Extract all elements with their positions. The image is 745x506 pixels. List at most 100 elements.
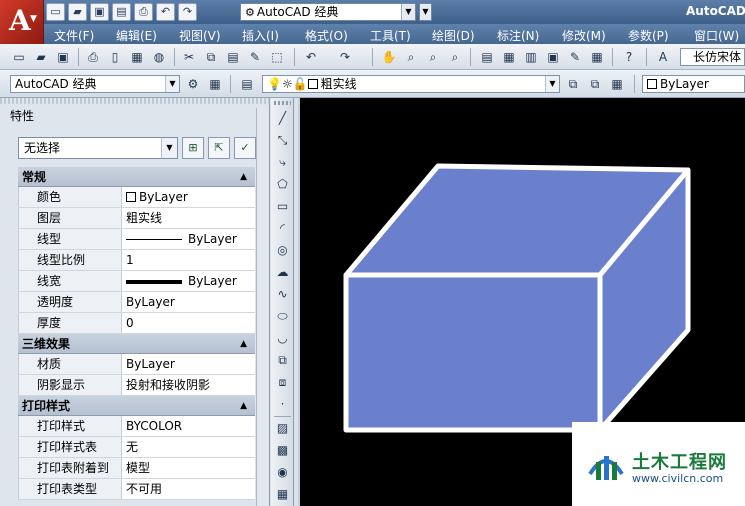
line-icon[interactable]: ╱ [274, 110, 291, 127]
table-row[interactable]: 透明度 ByLayer [18, 292, 255, 313]
rectangle-icon[interactable]: ▭ [274, 198, 291, 215]
menu-file[interactable]: 文件(F) [54, 27, 94, 44]
print-preview-icon[interactable]: ▯ [106, 48, 124, 66]
table-row[interactable]: 图层 粗实线 [18, 208, 255, 229]
sheet-set-icon[interactable]: ▣ [544, 48, 562, 66]
zoom-window-icon[interactable]: ⌕ [424, 48, 442, 66]
text-style-icon[interactable]: A [654, 48, 672, 66]
save-as-icon[interactable]: ▤ [112, 3, 131, 21]
selection-combo[interactable]: 无选择 ▼ [18, 137, 178, 159]
arc-icon[interactable]: ◜ [274, 220, 291, 237]
table-row[interactable]: 阴影显示 投射和接收阴影 [18, 375, 255, 396]
spline-icon[interactable]: ∿ [274, 286, 291, 303]
ellipse-arc-icon[interactable]: ◡ [274, 330, 291, 347]
palette-grip[interactable] [0, 98, 270, 104]
toggle-pickadd-button[interactable]: ⊞ [182, 137, 204, 159]
section-3d-effects[interactable]: 三维效果 ▲ [18, 334, 255, 354]
circle-icon[interactable]: ◎ [274, 242, 291, 259]
zoom-realtime-icon[interactable]: ⌕ [402, 48, 420, 66]
section-general[interactable]: 常规 ▲ [18, 167, 255, 187]
quickcalc-icon[interactable]: ▦ [588, 48, 606, 66]
design-center-icon[interactable]: ▦ [500, 48, 518, 66]
polyline-icon[interactable]: ⤷ [274, 154, 291, 171]
workspace-switcher[interactable]: ⚙ AutoCAD 经典 ▼ [240, 3, 416, 21]
zoom-previous-icon[interactable]: ⌕ [446, 48, 464, 66]
table-row[interactable]: 材质 ByLayer [18, 354, 255, 375]
menu-tools[interactable]: 工具(T) [370, 27, 411, 44]
application-menu-button[interactable]: A ▼ [0, 0, 44, 44]
new-icon[interactable]: ▭ [10, 48, 28, 66]
table-row[interactable]: 颜色 ByLayer [18, 187, 255, 208]
layer-previous-icon[interactable]: ⧉ [586, 75, 604, 93]
print-icon[interactable]: ⎙ [84, 48, 102, 66]
make-block-icon[interactable]: ⧈ [274, 374, 291, 391]
workspace-combo[interactable]: AutoCAD 经典 ▼ [10, 75, 180, 93]
markup-icon[interactable]: ✎ [566, 48, 584, 66]
table-row[interactable]: 厚度 0 [18, 313, 255, 334]
text-style-combo[interactable]: 长仿宋体 [680, 48, 745, 66]
menu-dimension[interactable]: 标注(N) [497, 27, 539, 44]
point-icon[interactable]: · [274, 396, 291, 413]
toolbar-separator [230, 75, 231, 93]
tool-palettes-icon[interactable]: ▥ [522, 48, 540, 66]
workspace-settings-icon[interactable]: ▦ [206, 75, 224, 93]
new-icon[interactable]: ▭ [46, 3, 65, 21]
toolbar-grip[interactable] [274, 101, 291, 105]
3d-dwf-icon[interactable]: ◍ [150, 48, 168, 66]
help-icon[interactable]: ? [620, 48, 638, 66]
revision-cloud-icon[interactable]: ☁ [274, 264, 291, 281]
paste-icon[interactable]: ▤ [224, 48, 242, 66]
menu-modify[interactable]: 修改(M) [562, 27, 606, 44]
block-editor-icon[interactable]: ⬚ [268, 48, 286, 66]
layer-combo[interactable]: 💡☼🔓 粗实线 ▼ [262, 75, 560, 93]
menu-window[interactable]: 窗口(W) [694, 27, 739, 44]
properties-icon[interactable]: ▤ [478, 48, 496, 66]
table-row[interactable]: 线宽 ByLayer [18, 271, 255, 292]
quick-select-button[interactable]: ✓ [234, 137, 256, 159]
make-current-layer-icon[interactable]: ⧉ [564, 75, 582, 93]
palette-side-bar[interactable] [256, 108, 268, 506]
copy-icon[interactable]: ⧉ [202, 48, 220, 66]
redo-icon[interactable]: ↷ [178, 3, 197, 21]
undo-icon[interactable]: ↶ [156, 3, 175, 21]
match-properties-icon[interactable]: ✎ [246, 48, 264, 66]
table-row[interactable]: 线型比例 1 [18, 250, 255, 271]
ellipse-icon[interactable]: ⬭ [274, 308, 291, 325]
gear-icon[interactable]: ⚙ [184, 75, 202, 93]
open-icon[interactable]: ▰ [68, 3, 87, 21]
menu-draw[interactable]: 绘图(D) [432, 27, 475, 44]
cut-icon[interactable]: ✂ [180, 48, 198, 66]
save-icon[interactable]: ▣ [90, 3, 109, 21]
layer-states-icon[interactable]: ▦ [608, 75, 626, 93]
box-front-face[interactable] [343, 272, 603, 433]
section-plot-style[interactable]: 打印样式 ▲ [18, 396, 255, 416]
publish-icon[interactable]: ▦ [128, 48, 146, 66]
table-row[interactable]: 打印表类型 不可用 [18, 479, 255, 500]
print-icon[interactable]: ⎙ [134, 3, 153, 21]
menu-view[interactable]: 视图(V) [179, 27, 221, 44]
construction-line-icon[interactable]: ⤡ [274, 132, 291, 149]
polygon-icon[interactable]: ⬠ [274, 176, 291, 193]
undo-icon[interactable]: ↶ [302, 48, 320, 66]
menu-edit[interactable]: 编辑(E) [116, 27, 157, 44]
menu-insert[interactable]: 插入(I) [242, 27, 279, 44]
region-icon[interactable]: ◉ [274, 464, 291, 481]
table-row[interactable]: 打印样式 BYCOLOR [18, 416, 255, 437]
redo-icon[interactable]: ↷ [336, 48, 354, 66]
table-row[interactable]: 线型 ByLayer [18, 229, 255, 250]
table-icon[interactable]: ▦ [274, 486, 291, 503]
customize-quick-access-button[interactable]: ▼ [419, 3, 432, 21]
hatch-icon[interactable]: ▨ [274, 420, 291, 437]
insert-block-icon[interactable]: ⧉ [274, 352, 291, 369]
gradient-icon[interactable]: ▩ [274, 442, 291, 459]
color-combo[interactable]: ByLayer [642, 75, 745, 93]
table-row[interactable]: 打印表附着到 模型 [18, 458, 255, 479]
pan-icon[interactable]: ✋ [380, 48, 398, 66]
layer-properties-icon[interactable]: ▤ [238, 75, 256, 93]
open-icon[interactable]: ▰ [32, 48, 50, 66]
menu-format[interactable]: 格式(O) [305, 27, 348, 44]
menu-parametric[interactable]: 参数(P) [628, 27, 669, 44]
select-objects-button[interactable]: ⇱ [208, 137, 230, 159]
save-icon[interactable]: ▣ [54, 48, 72, 66]
table-row[interactable]: 打印样式表无 [18, 437, 255, 458]
